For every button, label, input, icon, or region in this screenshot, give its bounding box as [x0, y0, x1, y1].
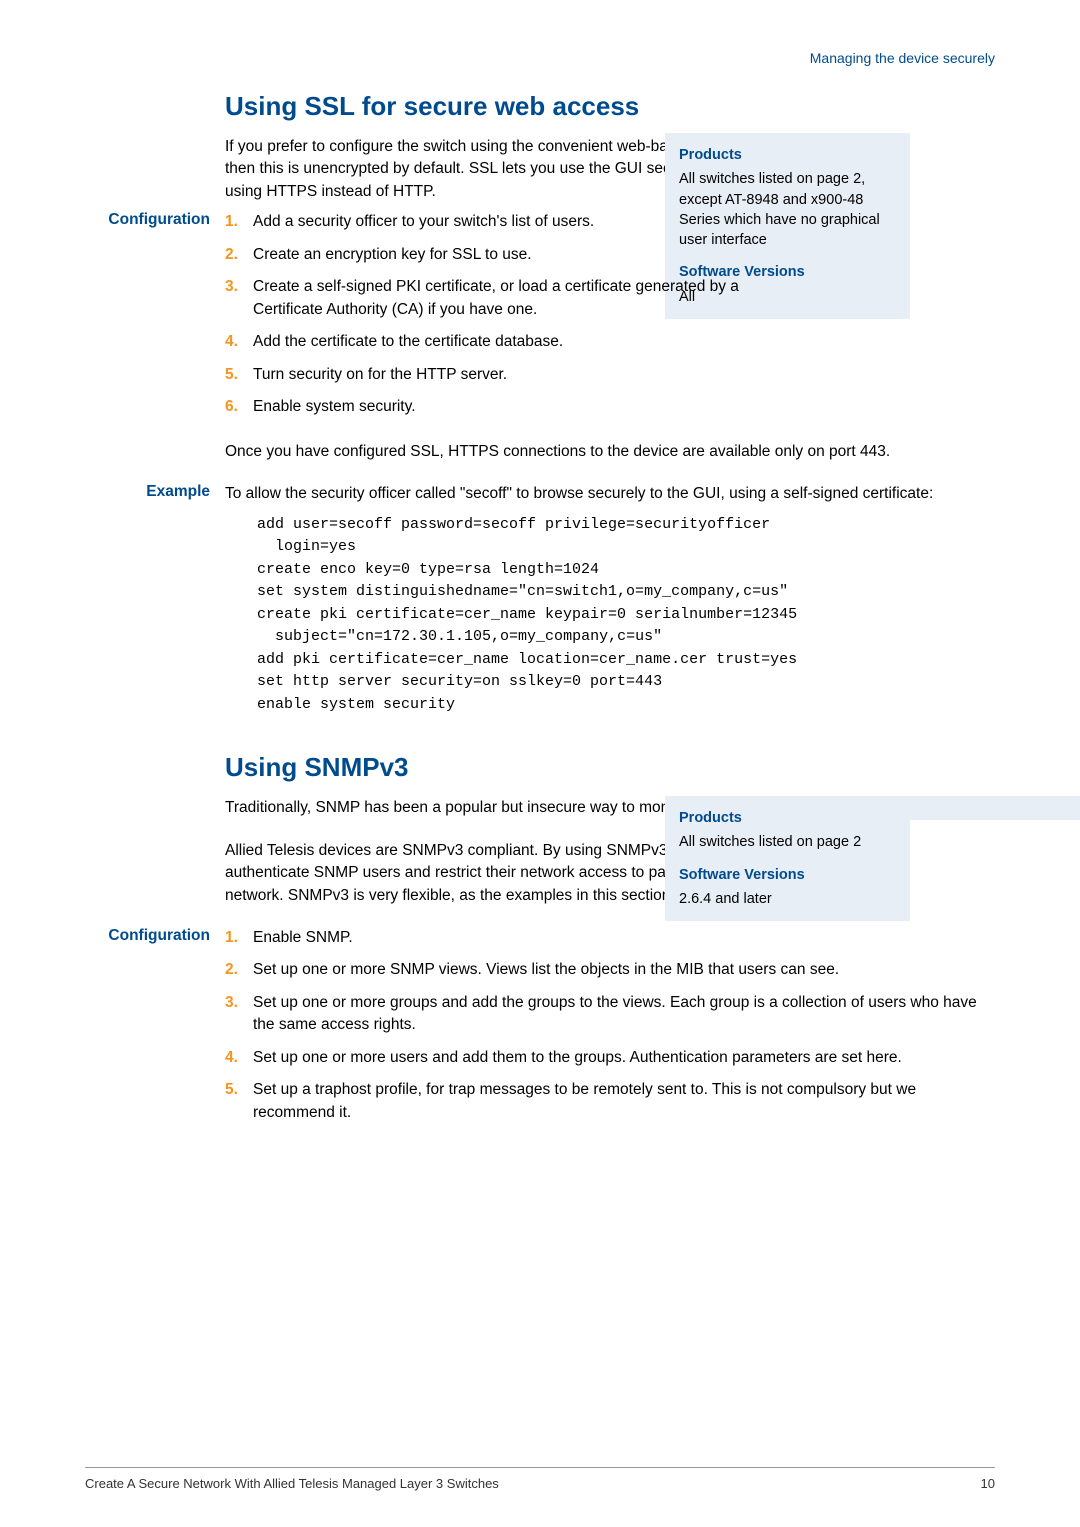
list-item: 6. Enable system security. [225, 396, 755, 418]
step-text: Create an encryption key for SSL to use. [253, 246, 532, 263]
page-footer: Create A Secure Network With Allied Tele… [85, 1467, 995, 1491]
step-number: 1. [225, 927, 238, 949]
section-snmp-title: Using SNMPv3 [225, 752, 995, 783]
step-number: 6. [225, 396, 238, 418]
sidebar-versions-text: 2.6.4 and later [679, 889, 896, 909]
ssl-example-code: add user=secoff password=secoff privileg… [257, 514, 995, 717]
step-text: Set up one or more users and add them to… [253, 1049, 902, 1066]
step-text: Create a self-signed PKI certificate, or… [253, 278, 739, 317]
step-number: 2. [225, 244, 238, 266]
step-text: Enable system security. [253, 398, 416, 415]
step-text: Set up a traphost profile, for trap mess… [253, 1081, 916, 1120]
step-number: 5. [225, 364, 238, 386]
list-item: 2. Set up one or more SNMP views. Views l… [225, 959, 995, 981]
step-text: Enable SNMP. [253, 929, 353, 946]
step-number: 4. [225, 331, 238, 353]
configuration-label: Configuration [85, 211, 210, 229]
running-header: Managing the device securely [85, 50, 995, 66]
page-number: 10 [981, 1476, 995, 1491]
footer-title: Create A Secure Network With Allied Tele… [85, 1476, 499, 1491]
step-number: 3. [225, 992, 238, 1014]
step-text: Set up one or more SNMP views. Views lis… [253, 961, 839, 978]
step-text: Set up one or more groups and add the gr… [253, 994, 977, 1033]
list-item: 2. Create an encryption key for SSL to us… [225, 244, 755, 266]
step-text: Turn security on for the HTTP server. [253, 366, 507, 383]
list-item: 4. Set up one or more users and add them … [225, 1047, 995, 1069]
step-text: Add the certificate to the certificate d… [253, 333, 563, 350]
snmp-config-block: Configuration 1.Enable SNMP. 2.Set up on… [225, 927, 995, 1124]
step-number: 2. [225, 959, 238, 981]
step-text: Add a security officer to your switch's … [253, 213, 594, 230]
ssl-config-block: Configuration 1.Add a security officer t… [225, 211, 995, 418]
sidebar-products-heading: Products [679, 808, 896, 828]
step-number: 4. [225, 1047, 238, 1069]
sidebar-versions-heading: Software Versions [679, 865, 896, 885]
sidebar-products-text: All switches listed on page 2 [679, 832, 896, 852]
list-item: 5. Turn security on for the HTTP server. [225, 364, 755, 386]
ssl-postconfig: Once you have configured SSL, HTTPS conn… [225, 441, 995, 463]
ssl-steps-list: 1. Add a security officer to your switch'… [225, 211, 755, 418]
list-item: 5. Set up a traphost profile, for trap me… [225, 1079, 995, 1124]
list-item: 3. Set up one or more groups and add the … [225, 992, 995, 1037]
list-item: 1. Enable SNMP. [225, 927, 995, 949]
step-number: 1. [225, 211, 238, 233]
snmp-steps-list: 1. Enable SNMP. 2. Set up one or more SNMP… [225, 927, 995, 1124]
ssl-example-block: Example To allow the security officer ca… [225, 483, 995, 716]
example-label: Example [85, 483, 210, 501]
configuration-label: Configuration [85, 927, 210, 945]
step-number: 5. [225, 1079, 238, 1101]
list-item: 4. Add the certificate to the certificate… [225, 331, 755, 353]
sidebar-products-heading: Products [679, 145, 896, 165]
list-item: 3. Create a self-signed PKI certificate, … [225, 276, 755, 321]
ssl-example-intro: To allow the security officer called "se… [225, 483, 995, 505]
sidebar-box-snmp: Products All switches listed on page 2 S… [665, 796, 910, 921]
section-ssl-title: Using SSL for secure web access [225, 91, 995, 122]
list-item: 1. Add a security officer to your switch'… [225, 211, 755, 233]
step-number: 3. [225, 276, 238, 298]
